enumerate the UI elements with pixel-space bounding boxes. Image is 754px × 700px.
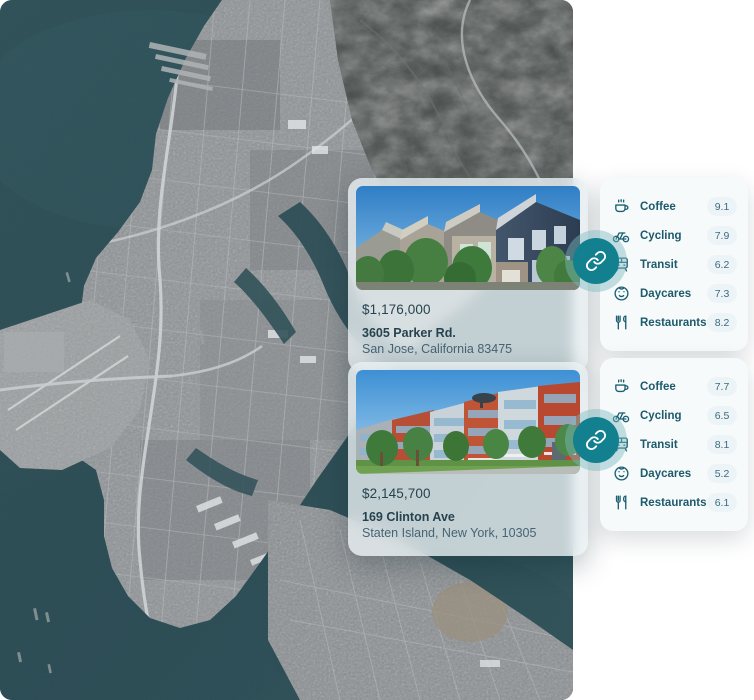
amenity-row-restaurants[interactable]: Restaurants 8.2: [611, 308, 737, 337]
property-card[interactable]: $1,176,000 3605 Parker Rd. San Jose, Cal…: [348, 178, 588, 372]
amenity-label: Restaurants: [640, 316, 707, 329]
property-photo: [356, 370, 580, 474]
link-badge-circle: [573, 417, 619, 463]
amenity-label: Transit: [640, 258, 678, 271]
amenity-row-cycling[interactable]: Cycling 7.9: [611, 221, 737, 250]
property-price: $2,145,700: [362, 486, 431, 501]
link-icon: [585, 250, 607, 272]
restaurant-icon: [611, 313, 631, 333]
amenity-score: 6.1: [707, 493, 737, 512]
townhouse-photo-illustration: [356, 186, 580, 290]
amenity-row-coffee[interactable]: Coffee 7.7: [611, 372, 737, 401]
amenity-score: 5.2: [707, 464, 737, 483]
amenity-score: 6.2: [707, 255, 737, 274]
amenity-label: Daycares: [640, 287, 692, 300]
property-card[interactable]: $2,145,700 169 Clinton Ave Staten Island…: [348, 362, 588, 556]
amenity-row-coffee[interactable]: Coffee 9.1: [611, 192, 737, 221]
amenity-score: 8.2: [707, 313, 737, 332]
amenity-label: Coffee: [640, 200, 676, 213]
amenity-label: Transit: [640, 438, 678, 451]
link-badge[interactable]: [565, 230, 627, 292]
property-address-line2: San Jose, California 83475: [362, 342, 513, 356]
amenity-score: 8.1: [707, 435, 737, 454]
amenity-row-daycares[interactable]: Daycares 5.2: [611, 459, 737, 488]
amenity-label: Restaurants: [640, 496, 707, 509]
amenity-row-cycling[interactable]: Cycling 6.5: [611, 401, 737, 430]
amenity-label: Daycares: [640, 467, 692, 480]
restaurant-icon: [611, 493, 631, 513]
daycare-icon: [611, 464, 631, 484]
amenity-row-restaurants[interactable]: Restaurants 6.1: [611, 488, 737, 517]
amenity-score: 7.9: [707, 226, 737, 245]
amenity-score: 7.3: [707, 284, 737, 303]
app-root: $1,176,000 3605 Parker Rd. San Jose, Cal…: [0, 0, 754, 700]
link-icon: [585, 429, 607, 451]
amenity-score: 6.5: [707, 406, 737, 425]
property-address-line1: 169 Clinton Ave: [362, 510, 455, 524]
amenity-row-transit[interactable]: Transit 6.2: [611, 250, 737, 279]
amenity-label: Coffee: [640, 380, 676, 393]
property-details: $1,176,000 3605 Parker Rd. San Jose, Cal…: [356, 290, 580, 372]
amenity-label: Cycling: [640, 409, 682, 422]
amenity-score: 9.1: [707, 197, 737, 216]
coffee-icon: [611, 377, 631, 397]
property-details: $2,145,700 169 Clinton Ave Staten Island…: [356, 474, 580, 556]
property-price: $1,176,000: [362, 302, 431, 317]
amenity-row-daycares[interactable]: Daycares 7.3: [611, 279, 737, 308]
property-photo: [356, 186, 580, 290]
amenity-row-transit[interactable]: Transit 8.1: [611, 430, 737, 459]
property-address-line2: Staten Island, New York, 10305: [362, 526, 537, 540]
link-badge[interactable]: [565, 409, 627, 471]
coffee-icon: [611, 197, 631, 217]
daycare-icon: [611, 284, 631, 304]
link-badge-circle: [573, 238, 619, 284]
amenity-score: 7.7: [707, 377, 737, 396]
apartments-photo-illustration: [356, 370, 580, 474]
property-address-line1: 3605 Parker Rd.: [362, 326, 456, 340]
amenity-label: Cycling: [640, 229, 682, 242]
